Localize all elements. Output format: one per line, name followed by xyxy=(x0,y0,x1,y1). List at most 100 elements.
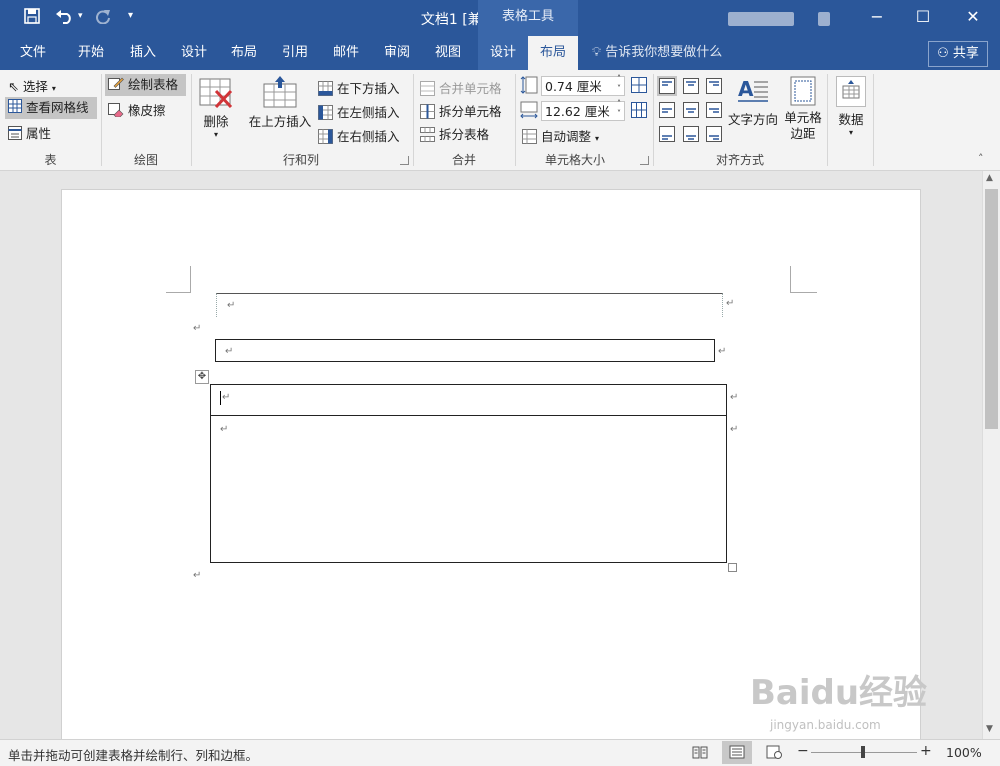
account-avatar-blurred[interactable] xyxy=(818,12,830,26)
zoom-slider-thumb[interactable] xyxy=(861,746,865,758)
align-top-right-icon[interactable] xyxy=(704,76,724,100)
account-name-blurred[interactable] xyxy=(728,12,794,26)
data-icon xyxy=(836,76,866,107)
group-separator xyxy=(873,74,874,166)
zoom-in-button[interactable]: + xyxy=(920,743,932,759)
read-mode-icon[interactable] xyxy=(692,745,708,762)
dialog-launcher-icon[interactable] xyxy=(400,156,409,165)
column-width-value: 12.62 厘米 xyxy=(545,104,610,119)
tab-design[interactable]: 设计 xyxy=(171,36,217,70)
cell-margins-button[interactable]: 单元格 边距 xyxy=(782,76,824,142)
end-of-cell-mark: ↵ xyxy=(222,392,231,403)
align-center-icon[interactable] xyxy=(681,100,701,124)
table-3-row-divider xyxy=(211,415,726,416)
split-table-label: 拆分表格 xyxy=(438,127,489,142)
distribute-rows-icon[interactable] xyxy=(631,77,647,97)
view-gridlines-button[interactable]: 查看网格线 xyxy=(5,97,97,119)
dialog-launcher-icon[interactable] xyxy=(640,156,649,165)
status-message: 单击并拖动可创建表格并绘制行、列和边框。 xyxy=(8,748,259,763)
scroll-up-icon[interactable]: ▲ xyxy=(986,173,993,183)
delete-table-icon xyxy=(199,78,233,111)
row-height-value: 0.74 厘米 xyxy=(545,79,602,94)
table-resize-handle-icon[interactable] xyxy=(728,563,737,572)
properties-button[interactable]: 属性 xyxy=(8,123,51,143)
baidu-watermark-logo: Baidu经验 xyxy=(750,673,928,713)
eraser-label: 橡皮擦 xyxy=(127,103,166,118)
insert-left-label: 在左侧插入 xyxy=(336,105,400,120)
align-center-left-icon[interactable] xyxy=(657,100,677,124)
align-top-left-icon[interactable] xyxy=(657,76,677,100)
group-label-table: 表 xyxy=(44,153,57,167)
share-button[interactable]: ⚇ 共享 xyxy=(928,41,988,67)
split-table-button[interactable]: 拆分表格 xyxy=(420,124,489,145)
cell-margins-label-line1: 单元格 xyxy=(784,110,822,125)
print-layout-button[interactable] xyxy=(722,741,752,764)
cell-margins-icon xyxy=(790,76,816,110)
split-table-icon xyxy=(420,126,435,145)
insert-below-icon xyxy=(318,80,333,99)
minimize-button[interactable]: − xyxy=(854,0,900,36)
spinner-icon[interactable]: ˄ ˅ xyxy=(617,99,621,119)
collapse-ribbon-icon[interactable]: ˄ xyxy=(978,152,984,165)
vertical-scrollbar[interactable]: ▲ ▼ xyxy=(982,171,1000,739)
split-cells-button[interactable]: 拆分单元格 xyxy=(420,101,502,122)
tab-layout[interactable]: 布局 xyxy=(221,36,267,70)
close-button[interactable]: ✕ xyxy=(950,0,996,36)
autofit-button[interactable]: 自动调整 ▾ xyxy=(522,126,599,147)
tab-table-layout[interactable]: 布局 xyxy=(528,36,578,70)
spinner-icon[interactable]: ˄ ˅ xyxy=(617,74,621,94)
align-bottom-left-icon[interactable] xyxy=(657,124,677,148)
row-height-field[interactable]: 0.74 厘米 ˄ ˅ xyxy=(541,74,625,96)
scrollbar-thumb[interactable] xyxy=(985,189,998,429)
tab-file[interactable]: 文件 xyxy=(10,36,56,70)
insert-left-button[interactable]: 在左侧插入 xyxy=(318,102,400,123)
text-direction-button[interactable]: A 文字方向 xyxy=(726,76,780,128)
align-center-right-icon[interactable] xyxy=(704,100,724,124)
maximize-button[interactable]: ☐ xyxy=(900,0,946,36)
table-2-cell[interactable]: ↵ xyxy=(215,339,715,362)
lightbulb-icon: 💡︎ xyxy=(592,45,602,60)
distribute-columns-icon[interactable] xyxy=(631,102,647,122)
zoom-out-button[interactable]: − xyxy=(797,743,809,759)
table-3[interactable]: ↵ ↵ xyxy=(210,384,727,563)
tab-insert[interactable]: 插入 xyxy=(120,36,166,70)
text-cursor xyxy=(220,391,221,405)
tab-home[interactable]: 开始 xyxy=(68,36,114,70)
insert-above-button[interactable]: 在上方插入 xyxy=(247,76,313,130)
table-move-handle-icon[interactable]: ✥ xyxy=(195,370,209,384)
table-1-gridlines[interactable]: ↵ xyxy=(216,293,723,317)
zoom-level[interactable]: 100% xyxy=(946,745,982,760)
select-button[interactable]: ⇖ 选择 ▾ xyxy=(8,76,56,95)
insert-right-label: 在右侧插入 xyxy=(336,129,400,144)
draw-table-button[interactable]: 绘制表格 xyxy=(105,74,186,96)
chevron-down-icon: ▾ xyxy=(213,130,218,139)
align-bottom-center-icon[interactable] xyxy=(681,124,701,148)
column-width-field[interactable]: 12.62 厘米 ˄ ˅ xyxy=(541,99,625,121)
paragraph-mark: ↵ xyxy=(193,323,202,334)
margin-corner-right xyxy=(790,266,817,293)
tab-references[interactable]: 引用 xyxy=(272,36,318,70)
delete-button[interactable]: 删除 ▾ xyxy=(197,78,235,139)
align-bottom-right-icon[interactable] xyxy=(704,124,724,148)
split-cells-icon xyxy=(420,103,435,122)
align-top-center-icon[interactable] xyxy=(681,76,701,100)
draw-table-label: 绘制表格 xyxy=(127,77,178,92)
insert-above-icon xyxy=(263,76,297,111)
end-of-cell-mark: ↵ xyxy=(227,300,236,311)
data-button[interactable]: 数据 ▾ xyxy=(834,76,868,137)
tell-me-box[interactable]: 💡︎ 告诉我你想要做什么 xyxy=(592,36,722,70)
tab-review[interactable]: 审阅 xyxy=(374,36,420,70)
merge-cells-button[interactable]: 合并单元格 xyxy=(420,78,502,99)
tab-table-design[interactable]: 设计 xyxy=(478,36,528,70)
insert-right-button[interactable]: 在右侧插入 xyxy=(318,126,400,147)
web-layout-icon[interactable] xyxy=(766,745,782,762)
ribbon-tabs: 文件 开始 插入 设计 布局 引用 邮件 审阅 视图 设计 布局 💡︎ 告诉我你… xyxy=(0,36,1000,70)
tab-view[interactable]: 视图 xyxy=(425,36,471,70)
group-label-draw: 绘图 xyxy=(133,153,158,167)
eraser-button[interactable]: 橡皮擦 xyxy=(108,100,166,120)
insert-below-button[interactable]: 在下方插入 xyxy=(318,78,400,99)
tab-mailings[interactable]: 邮件 xyxy=(323,36,369,70)
eraser-icon xyxy=(108,103,124,120)
chevron-down-icon: ▾ xyxy=(848,128,853,137)
scroll-down-icon[interactable]: ▼ xyxy=(986,724,993,734)
